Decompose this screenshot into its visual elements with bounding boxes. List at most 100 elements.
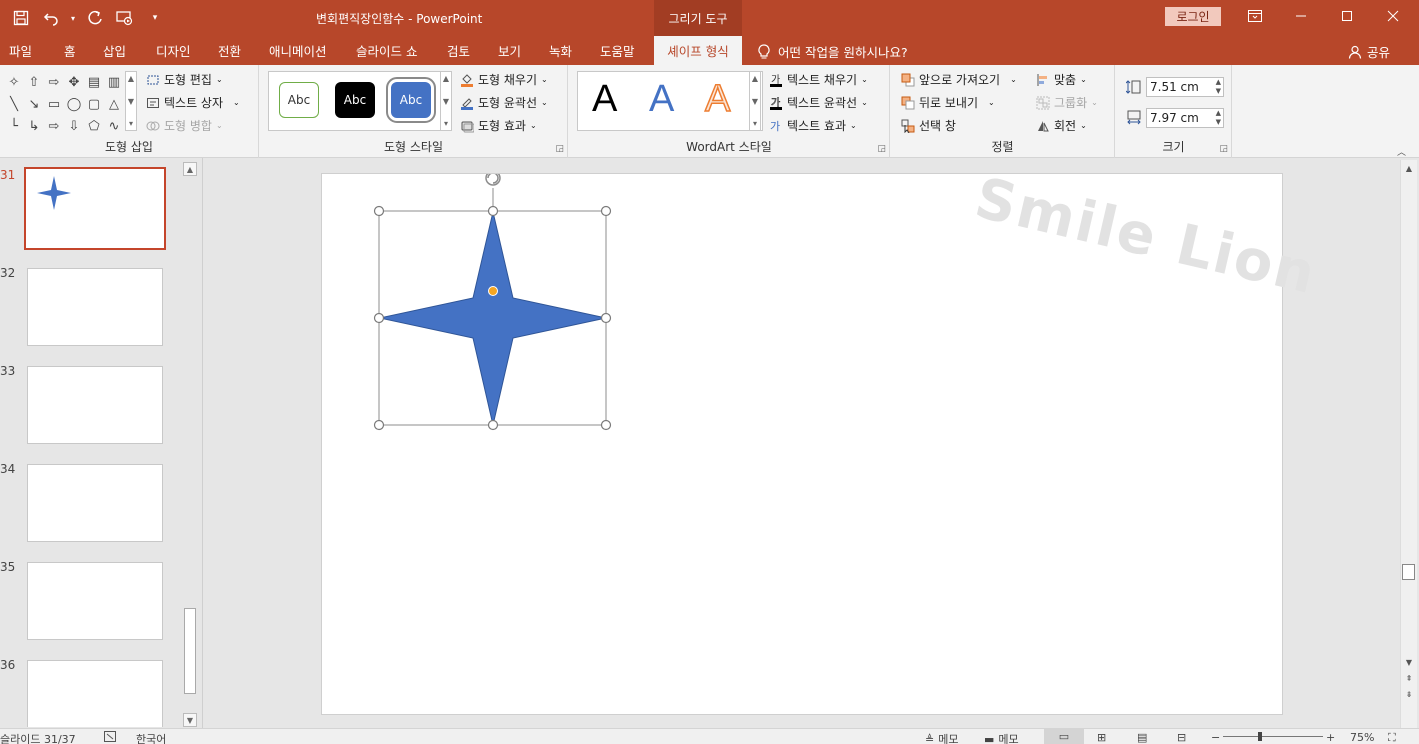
rotate-handle-icon[interactable] [485, 174, 501, 186]
tell-me-search[interactable]: 어떤 작업을 원하시나요? [758, 42, 908, 61]
freeform-shape-icon[interactable]: ∿ [104, 115, 124, 137]
elbow-connector-shape-icon[interactable]: └ [4, 115, 24, 137]
dialog-launcher-icon[interactable]: ◲ [555, 144, 564, 154]
close-icon[interactable] [1370, 0, 1416, 32]
vertical-textbox-shape-icon[interactable]: ▥ [104, 71, 124, 93]
shape-gallery-scroll[interactable]: ▲ ▼ ▾ [125, 71, 137, 131]
star-4-point-shape[interactable] [379, 211, 607, 426]
zoom-slider[interactable] [1223, 736, 1323, 737]
wordart-black[interactable]: A [592, 78, 617, 121]
width-spinner[interactable]: ▲ ▼ [1216, 109, 1221, 127]
gallery-more-icon[interactable]: ▾ [444, 119, 448, 128]
scroll-down-icon[interactable]: ▼ [752, 97, 758, 106]
send-backward-button[interactable]: 뒤로 보내기 ⌄ [901, 94, 995, 111]
comments-button[interactable]: ▬ 메모 [984, 731, 1019, 744]
align-button[interactable]: 맞춤 ⌄ [1036, 71, 1087, 88]
slide-thumbnail-35[interactable] [27, 562, 163, 640]
slide-thumbnail-36[interactable] [27, 660, 163, 727]
tab-home[interactable]: 홈 [64, 36, 76, 65]
dialog-launcher-icon[interactable]: ◲ [877, 144, 886, 154]
quad-arrow-shape-icon[interactable]: ✥ [64, 71, 84, 93]
redo-icon[interactable] [82, 6, 108, 30]
resize-handle-e[interactable] [600, 312, 612, 324]
tab-file[interactable]: 파일 [9, 36, 32, 65]
text-outline-button[interactable]: 가 텍스트 윤곽선 ⌄ [769, 94, 868, 111]
scroll-down-icon[interactable]: ▼ [1402, 656, 1416, 668]
rounded-rect-shape-icon[interactable]: ▢ [84, 93, 104, 115]
scroll-up-icon[interactable]: ▲ [183, 162, 197, 176]
zoom-in-icon[interactable]: + [1326, 731, 1335, 744]
next-slide-icon[interactable]: ⇟ [1402, 688, 1416, 700]
wordart-blue[interactable]: A [649, 78, 674, 121]
shape-outline-button[interactable]: 도형 윤곽선 ⌄ [460, 94, 548, 111]
resize-handle-w[interactable] [373, 312, 385, 324]
right-arrow-shape-icon[interactable]: ⇨ [44, 71, 64, 93]
tab-help[interactable]: 도움말 [600, 36, 635, 65]
line-shape-icon[interactable]: ╲ [4, 93, 24, 115]
reading-view-icon[interactable]: ▤ [1137, 731, 1147, 744]
minimize-icon[interactable] [1278, 0, 1324, 32]
slide-vertical-scrollbar[interactable]: ▲ ▼ ⇞ ⇟ [1400, 160, 1417, 728]
slide-thumbnail-34[interactable] [27, 464, 163, 542]
language-indicator[interactable]: 한국어 [136, 731, 166, 744]
tab-animations[interactable]: 애니메이션 [269, 36, 327, 65]
selection-pane-button[interactable]: 선택 창 [901, 117, 956, 134]
slide-thumbnail-31[interactable] [24, 167, 166, 250]
scroll-down-icon[interactable]: ▼ [443, 97, 449, 106]
wordart-orange-outline[interactable]: A [704, 77, 731, 121]
down-arrow-shape-icon[interactable]: ⇩ [64, 115, 84, 137]
shape-style-blue[interactable]: Abc [386, 77, 436, 123]
scroll-up-icon[interactable]: ▲ [443, 74, 449, 83]
shape-style-dark[interactable]: Abc [335, 82, 375, 118]
shape-width-input[interactable]: 7.97 cm ▲ ▼ [1146, 108, 1224, 128]
shape-style-outline[interactable]: Abc [279, 82, 319, 118]
gallery-more-icon[interactable]: ▾ [129, 119, 133, 128]
share-button[interactable]: 공유 [1348, 42, 1390, 61]
tab-review[interactable]: 검토 [447, 36, 470, 65]
bring-forward-button[interactable]: 앞으로 가져오기 ⌄ [901, 71, 1017, 88]
slide-thumbnail-32[interactable] [27, 268, 163, 346]
group-button[interactable]: 그룹화 ⌄ [1036, 94, 1098, 111]
dialog-launcher-icon[interactable]: ◲ [1219, 144, 1228, 154]
resize-handle-s[interactable] [487, 419, 499, 431]
slide-sorter-icon[interactable]: ⊞ [1097, 731, 1106, 744]
collapse-ribbon-icon[interactable]: ︿ [1397, 145, 1406, 158]
resize-handle-sw[interactable] [373, 419, 385, 431]
resize-handle-n[interactable] [487, 205, 499, 217]
elbow-arrow-shape-icon[interactable]: ↳ [24, 115, 44, 137]
accessibility-icon[interactable] [104, 731, 116, 742]
slide-canvas[interactable]: Smile Lion [321, 166, 1323, 715]
slideshow-view-icon[interactable]: ⊟ [1177, 731, 1186, 744]
tab-shape-format[interactable]: 셰이프 형식 [654, 36, 742, 65]
pentagon-shape-icon[interactable]: ⬠ [84, 115, 104, 137]
tab-design[interactable]: 디자인 [156, 36, 191, 65]
slide-scroll-thumb[interactable] [1402, 564, 1415, 580]
rectangle-shape-icon[interactable]: ▭ [44, 93, 64, 115]
resize-handle-nw[interactable] [373, 205, 385, 217]
resize-handle-ne[interactable] [600, 205, 612, 217]
text-effects-button[interactable]: 가 텍스트 효과 ⌄ [769, 117, 857, 134]
undo-icon[interactable] [38, 6, 64, 30]
fit-to-window-icon[interactable]: ⛶ [1388, 731, 1396, 744]
tab-insert[interactable]: 삽입 [103, 36, 126, 65]
oval-shape-icon[interactable]: ◯ [64, 93, 84, 115]
previous-slide-icon[interactable]: ⇞ [1402, 672, 1416, 684]
up-arrow-shape-icon[interactable]: ⇧ [24, 71, 44, 93]
textbox-shape-icon[interactable]: ▤ [84, 71, 104, 93]
arrow-line-shape-icon[interactable]: ↘ [24, 93, 44, 115]
gallery-more-icon[interactable]: ▾ [753, 119, 757, 128]
tab-view[interactable]: 보기 [498, 36, 521, 65]
shape-fill-button[interactable]: 도형 채우기 ⌄ [460, 71, 548, 88]
zoom-level[interactable]: 75% [1350, 731, 1374, 744]
scroll-up-icon[interactable]: ▲ [128, 74, 134, 83]
ribbon-display-options-icon[interactable] [1232, 0, 1278, 32]
undo-dropdown-icon[interactable]: ▾ [68, 6, 78, 30]
customize-qat-icon[interactable]: ▾ [142, 6, 168, 30]
text-box-button[interactable]: 텍스트 상자 ⌄ [146, 94, 240, 111]
height-spinner[interactable]: ▲ ▼ [1216, 78, 1221, 96]
start-slideshow-icon[interactable] [112, 6, 138, 30]
shape-style-gallery-scroll[interactable]: ▲ ▼ ▾ [440, 71, 452, 131]
zoom-out-icon[interactable]: − [1211, 731, 1220, 744]
thumbnail-scrollbar[interactable]: ▲ ▼ [183, 162, 197, 727]
save-icon[interactable] [8, 6, 34, 30]
